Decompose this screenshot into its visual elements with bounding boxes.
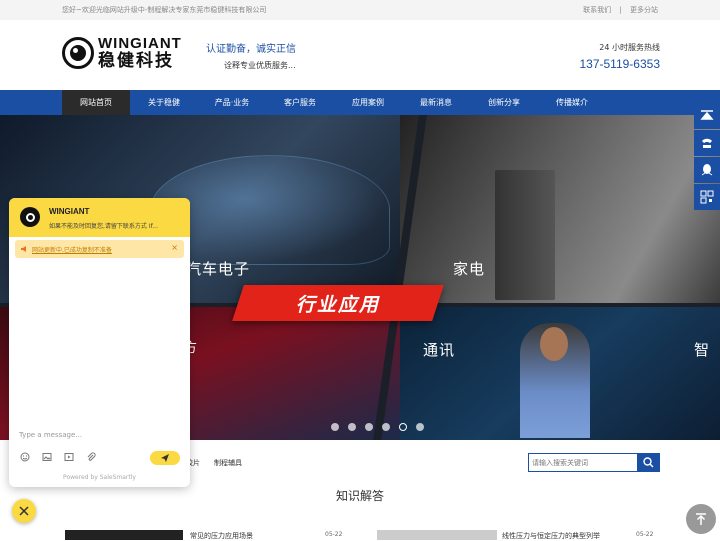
chat-subtitle: 如果不能及时回复您,请留下联系方式 If... — [49, 223, 158, 230]
arrow-up-icon — [700, 110, 714, 120]
fridge-illustration — [495, 170, 555, 300]
banner-panel-appliance — [400, 115, 720, 305]
send-button[interactable] — [150, 451, 180, 465]
phone-button[interactable] — [694, 130, 720, 156]
site-logo[interactable]: WINGIANT 稳健科技 — [62, 36, 182, 70]
carousel-dots — [331, 423, 433, 431]
nav-item-products[interactable]: 产品·业务 — [198, 90, 266, 115]
megaphone-icon — [21, 246, 26, 252]
branches-link[interactable]: 更多分站 — [630, 6, 658, 14]
chat-avatar — [20, 207, 40, 227]
label-smart: 智 — [694, 341, 711, 359]
site-header: WINGIANT 稳健科技 认证勤奋，诚实正信 诠释专业优质服务... 24 小… — [0, 20, 720, 90]
chat-message-input[interactable]: Type a message... — [19, 431, 82, 439]
nav-item-news[interactable]: 最新消息 — [402, 90, 470, 115]
carousel-dot-active[interactable] — [399, 423, 407, 431]
chat-widget: WINGIANT 如果不能及时回复您,请留下联系方式 If... 网站更新中,已… — [9, 198, 190, 487]
industry-headline: 行业应用 — [232, 285, 444, 321]
nav-item-innovation[interactable]: 创新分享 — [470, 90, 538, 115]
attachment-button[interactable] — [86, 452, 96, 462]
chat-close-button[interactable] — [12, 499, 36, 523]
top-links: 联系我们 | 更多分站 — [577, 5, 658, 15]
chat-notice-close[interactable]: × — [171, 243, 178, 252]
emoji-button[interactable] — [20, 452, 30, 462]
nav-item-home[interactable]: 网站首页 — [62, 90, 130, 115]
hotline-number: 137-5119-6353 — [579, 57, 660, 71]
article-thumbnail[interactable] — [377, 530, 497, 540]
top-bar: 您好~欢迎光临网站升级中-制程解决专家东莞市稳健科技有限公司 联系我们 | 更多… — [0, 0, 720, 20]
chat-header: WINGIANT 如果不能及时回复您,请留下联系方式 If... — [9, 198, 190, 237]
video-button[interactable] — [64, 452, 74, 462]
article-date: 05-22 — [636, 531, 654, 538]
category-links: 胶片 制程辅具 — [186, 458, 256, 468]
category-tools[interactable]: 制程辅具 — [214, 458, 242, 468]
phone-icon — [702, 138, 712, 148]
emoji-icon — [20, 452, 30, 462]
image-button[interactable] — [42, 452, 52, 462]
contact-link[interactable]: 联系我们 — [583, 6, 611, 14]
floating-sidebar — [694, 103, 720, 211]
qq-button[interactable] — [694, 157, 720, 183]
nav-item-cases[interactable]: 应用案例 — [334, 90, 402, 115]
hotline-label: 24 小时服务热线 — [599, 43, 660, 52]
industry-headline-text: 行业应用 — [295, 293, 380, 316]
label-appliance: 家电 — [453, 260, 486, 278]
slogan-primary: 认证勤奋，诚实正信 — [206, 44, 296, 55]
nav-item-service[interactable]: 客户服务 — [266, 90, 334, 115]
search-icon — [643, 457, 654, 468]
nav-item-about[interactable]: 关于稳健 — [130, 90, 198, 115]
chat-notice-text[interactable]: 网站更新中,已成功复制不准备 — [32, 245, 112, 254]
label-telecom: 通讯 — [423, 341, 456, 359]
carousel-dot[interactable] — [348, 423, 356, 431]
main-nav: 网站首页 关于稳健 产品·业务 客户服务 应用案例 最新消息 创新分享 传播媒介 — [0, 90, 720, 115]
qq-icon — [701, 164, 713, 176]
chat-notice[interactable]: 网站更新中,已成功复制不准备 × — [15, 240, 184, 258]
chat-agent-name: WINGIANT — [49, 207, 90, 216]
section-title: 知识解答 — [335, 489, 384, 503]
search-button[interactable] — [637, 453, 660, 472]
qr-code-icon — [700, 190, 714, 204]
welcome-text: 您好~欢迎光临网站升级中-制程解决专家东莞市稳健科技有限公司 — [62, 6, 267, 14]
image-icon — [42, 453, 52, 461]
back-to-top-button[interactable] — [694, 103, 720, 129]
nav-item-media[interactable]: 传播媒介 — [538, 90, 606, 115]
carousel-dot[interactable] — [416, 423, 424, 431]
carousel-dot[interactable] — [331, 423, 339, 431]
logo-english: WINGIANT — [98, 35, 182, 52]
carousel-dot[interactable] — [382, 423, 390, 431]
article-thumbnail[interactable] — [65, 530, 183, 540]
qr-code-button[interactable] — [694, 184, 720, 210]
search-input[interactable]: 请输入搜索关键词 — [528, 453, 638, 472]
arrow-up-icon — [696, 513, 706, 525]
chat-toolbar — [20, 452, 108, 462]
scroll-top-button[interactable] — [686, 504, 716, 534]
logo-chinese: 稳健科技 — [98, 51, 174, 71]
send-icon — [161, 454, 169, 462]
video-icon — [64, 453, 74, 461]
article-date: 05-22 — [325, 531, 343, 538]
carousel-dot[interactable] — [365, 423, 373, 431]
person-head — [540, 327, 568, 361]
slogan-secondary: 诠释专业优质服务... — [224, 61, 296, 70]
close-icon — [19, 506, 29, 516]
label-auto: 汽车电子 — [186, 260, 251, 278]
top-separator: | — [619, 6, 622, 14]
paperclip-icon — [87, 452, 96, 461]
logo-eye-icon — [62, 37, 94, 69]
banner-panel-telecom — [400, 305, 720, 440]
chat-powered-by: Powered by SaleSmartly — [63, 474, 136, 481]
